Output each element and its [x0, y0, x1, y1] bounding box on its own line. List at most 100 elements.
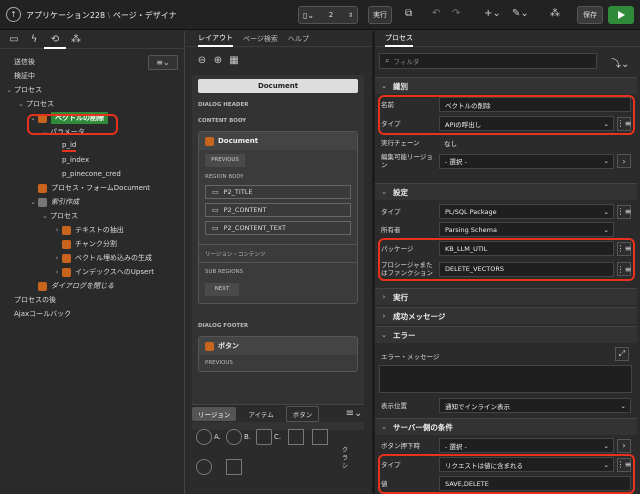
stepper-icon: ⇕ [347, 11, 353, 19]
gallery-item-c[interactable] [256, 429, 272, 445]
process-icon [38, 183, 47, 193]
grid-icon[interactable]: ▦ [226, 55, 242, 66]
region-body-slot: REGION BODY [205, 174, 244, 180]
page-item[interactable]: ▭ P2_CONTENT [205, 203, 351, 217]
gallery-item-classic[interactable]: クラシ [342, 447, 352, 471]
tree-item[interactable]: › インデックスへのUpsert [4, 265, 182, 279]
tree-item-label: チャンク分割 [75, 240, 117, 248]
process-icon [62, 225, 71, 235]
zoom-out-icon[interactable]: ⊖ [194, 55, 210, 66]
chevron-icon[interactable]: › [52, 226, 62, 234]
run-page-button[interactable] [608, 6, 634, 24]
document-header[interactable]: Document [198, 79, 358, 93]
left-tab-bar: ▭ ϟ ⟲ ⁂ [0, 31, 185, 49]
gallery-item-b[interactable] [226, 429, 242, 445]
tree-item[interactable]: ⌄ プロセス [4, 83, 182, 97]
previous-slot[interactable]: PREVIOUS [205, 154, 245, 167]
copy-icon[interactable]: ⧉ [405, 8, 412, 19]
tree-item[interactable]: › テキストの抽出 [4, 223, 182, 237]
chevron-icon[interactable]: › [52, 254, 62, 262]
undo-icon[interactable]: ↶ [432, 8, 440, 19]
gallery-item-a[interactable] [196, 429, 212, 445]
gallery-item-row2[interactable] [196, 459, 212, 475]
tree-item[interactable]: › ベクトル埋め込みの生成 [4, 251, 182, 265]
section-execution[interactable]: › 実行 [375, 288, 637, 305]
item-icon: ▭ [212, 206, 219, 214]
goto-icon[interactable]: › [617, 154, 631, 168]
document-region[interactable]: Document PREVIOUS REGION BODY ▭ P2_TITLE ▭… [198, 131, 358, 304]
back-arrow-icon[interactable]: ↑ [6, 7, 21, 22]
goto-group-icon[interactable]: ⤵⌄ [611, 55, 629, 70]
gallery-item-grid[interactable] [288, 429, 304, 445]
app-title[interactable]: アプリケーション228 [26, 11, 105, 20]
rendering-tab-icon[interactable]: ▭ [4, 34, 24, 45]
expand-icon[interactable]: ⤢ [615, 347, 629, 361]
add-icon[interactable]: +⌄ [484, 8, 501, 19]
redo-icon[interactable]: ↷ [452, 8, 460, 19]
tree-item-label: プロセスの後 [14, 296, 56, 304]
chevron-icon[interactable]: › [52, 268, 62, 276]
processing-tab-icon[interactable]: ⟲ [44, 31, 66, 49]
section-error[interactable]: ⌄ エラー [375, 326, 637, 343]
tab-process[interactable]: プロセス [385, 31, 413, 47]
settings-type-select[interactable]: PL/SQL Package ⌄ [439, 204, 614, 219]
tree-item[interactable]: ⌄ 索引作成 [4, 195, 182, 209]
run-button[interactable]: 実行 [368, 6, 392, 24]
process-icon [38, 281, 47, 291]
gallery-tab-regions[interactable]: リージョン [192, 406, 237, 421]
page-selector[interactable]: ▯⌄ 2 ⇕ [298, 6, 358, 24]
tree-item[interactable]: プロセス・フォームDocument [4, 181, 182, 195]
tab-page-search[interactable]: ページ検索 [243, 34, 278, 44]
error-message-textarea[interactable] [379, 365, 632, 393]
zoom-in-icon[interactable]: ⊕ [210, 55, 226, 66]
tree-item[interactable]: チャンク分割 [4, 237, 182, 251]
gallery-menu-icon[interactable]: ≡⌄ [344, 408, 364, 419]
section-identification[interactable]: ⌄ 識別 [375, 77, 637, 94]
tree-item-label: Ajaxコールバック [14, 310, 72, 318]
shared-components-icon[interactable]: ⁂ [550, 8, 560, 19]
next-slot[interactable]: NEXT [205, 283, 239, 296]
section-server-condition[interactable]: ⌄ サーバー側の条件 [375, 418, 637, 435]
page-icon: ▯⌄ [303, 10, 315, 20]
tree-item-label: 送信後 [14, 58, 35, 66]
tree-item[interactable]: Ajaxコールバック [4, 307, 182, 321]
tab-help[interactable]: ヘルプ [288, 34, 309, 44]
tree-item[interactable]: プロセスの後 [4, 293, 182, 307]
gallery-item-cards[interactable] [312, 429, 328, 445]
tree-item[interactable]: ダイアログを閉じる [4, 279, 182, 293]
tree-item[interactable]: 送信後 [4, 55, 182, 69]
gallery-tab-items[interactable]: アイテム [242, 407, 279, 421]
tree-item[interactable]: p_index [4, 153, 182, 167]
button-pressed-select[interactable]: - 選択 - ⌄ [439, 438, 614, 453]
tree-item[interactable]: p_id [4, 139, 182, 153]
chain-select[interactable]: なし [439, 135, 631, 150]
shared-tab-icon[interactable]: ⁂ [66, 34, 86, 45]
section-success-message[interactable]: › 成功メッセージ [375, 307, 637, 324]
dynamic-actions-tab-icon[interactable]: ϟ [24, 34, 44, 45]
gallery-tab-buttons[interactable]: ボタン [285, 405, 320, 422]
list-icon[interactable]: ⋮≡ [617, 204, 631, 219]
gallery-item-row2b[interactable] [226, 459, 242, 475]
editable-region-select[interactable]: - 選択 - ⌄ [439, 153, 614, 169]
highlight-identification [378, 95, 635, 135]
owner-select[interactable]: Parsing Schema ⌄ [439, 222, 614, 237]
tree-item[interactable]: ⌄ プロセス [4, 209, 182, 223]
section-settings[interactable]: ⌄ 設定 [375, 183, 637, 200]
tree-item[interactable]: p_pinecone_cred [4, 167, 182, 181]
chevron-icon[interactable]: ⌄ [40, 212, 50, 220]
chevron-icon[interactable]: ⌄ [28, 198, 38, 206]
display-location-select[interactable]: 通知でインライン表示 ⌄ [439, 398, 631, 413]
page-item[interactable]: ▭ P2_CONTENT_TEXT [205, 221, 351, 235]
button-region[interactable]: ボタン PREVIOUS [198, 336, 358, 372]
wrench-icon[interactable]: ✎⌄ [512, 8, 529, 19]
tree-item[interactable]: 検証中 [4, 69, 182, 83]
chevron-icon[interactable]: ⌄ [16, 100, 26, 108]
tab-layout[interactable]: レイアウト [198, 31, 233, 47]
tree-item[interactable]: ⌄ プロセス [4, 97, 182, 111]
save-button[interactable]: 保存 [577, 6, 603, 24]
chevron-icon[interactable]: ⌄ [4, 86, 14, 94]
property-tab-bar: プロセス [375, 31, 640, 47]
page-item[interactable]: ▭ P2_TITLE [205, 185, 351, 199]
goto-icon[interactable]: › [617, 438, 631, 453]
filter-box[interactable]: ⌕ フィルタ [379, 53, 597, 69]
